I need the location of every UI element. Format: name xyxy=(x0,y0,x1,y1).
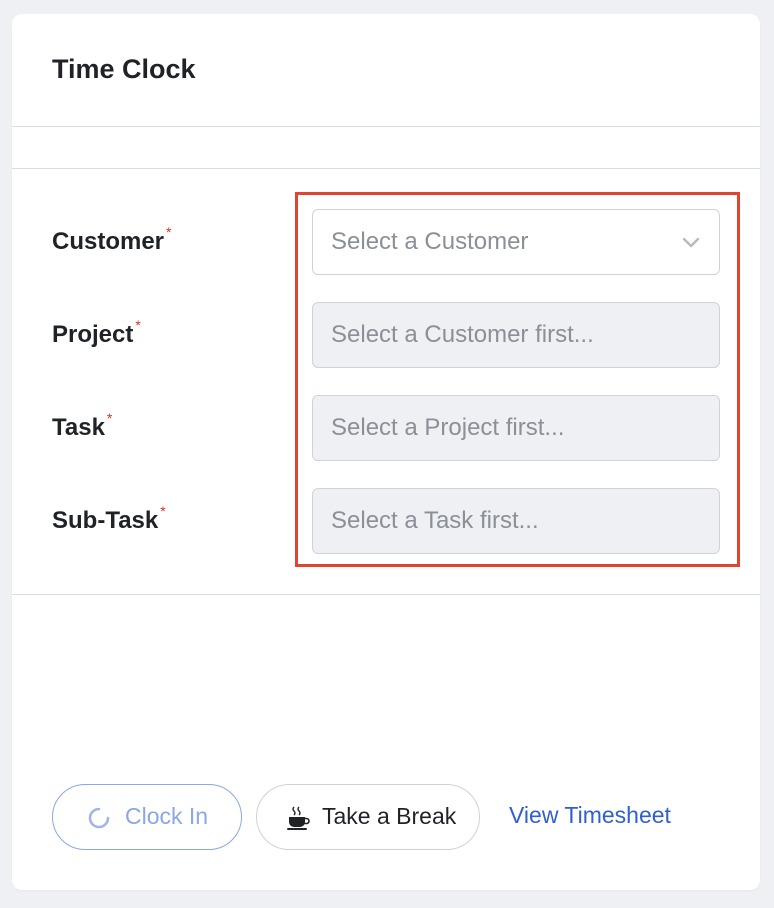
task-label: Task * xyxy=(52,410,113,441)
required-marker: * xyxy=(160,503,166,519)
card-title: Time Clock xyxy=(52,54,196,84)
task-select-value: Select a Project first... xyxy=(331,414,565,441)
sub-task-label: Sub-Task * xyxy=(52,503,166,534)
project-select-value: Select a Customer first... xyxy=(331,321,594,348)
loading-spinner-icon xyxy=(88,807,110,829)
clock-in-label: Clock In xyxy=(125,803,209,829)
section-divider-top xyxy=(12,168,760,169)
required-marker: * xyxy=(135,317,141,333)
view-timesheet-link[interactable]: View Timesheet xyxy=(509,802,671,829)
customer-select-value: Select a Customer xyxy=(331,228,529,255)
take-break-button[interactable]: Take a Break xyxy=(256,784,480,850)
required-marker: * xyxy=(106,410,113,426)
project-select[interactable]: Select a Customer first... xyxy=(312,302,720,368)
time-clock-card: Time Clock Customer * Project * Task * Sub-… xyxy=(12,14,760,890)
project-label: Project * xyxy=(52,317,141,348)
required-marker: * xyxy=(166,224,172,240)
clock-in-button[interactable]: Clock In xyxy=(52,784,242,850)
task-select[interactable]: Select a Project first... xyxy=(312,395,720,461)
sub-task-select-value: Select a Task first... xyxy=(331,507,539,534)
section-divider-bottom xyxy=(12,594,760,595)
customer-select[interactable]: Select a Customer xyxy=(312,209,720,275)
take-break-label: Take a Break xyxy=(322,803,457,829)
coffee-cup-icon xyxy=(287,806,310,830)
chevron-down-icon xyxy=(682,237,700,248)
card-header: Time Clock xyxy=(12,14,760,127)
customer-label: Customer * xyxy=(52,224,172,255)
sub-task-select[interactable]: Select a Task first... xyxy=(312,488,720,554)
